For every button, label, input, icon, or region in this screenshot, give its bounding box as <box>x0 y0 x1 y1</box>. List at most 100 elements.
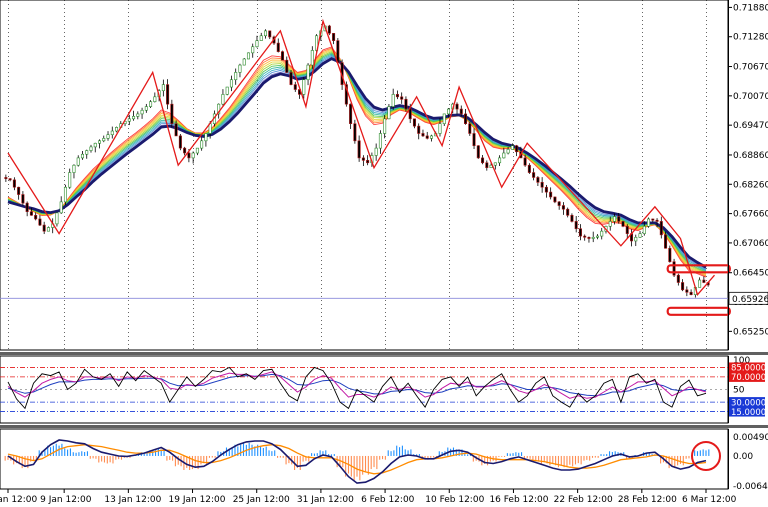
candle-body <box>144 106 148 111</box>
candle-body <box>161 84 165 92</box>
candle-body <box>408 108 412 120</box>
panel-divider[interactable] <box>0 352 768 355</box>
candle-body <box>251 46 255 54</box>
candle-body <box>136 113 140 117</box>
candle-body <box>357 140 361 159</box>
candle-body <box>621 221 625 227</box>
oscillator-tick-label: 50 <box>733 386 745 396</box>
candle-body <box>221 94 225 105</box>
price-tick-label: 0.65250 <box>733 327 768 337</box>
candle-body <box>595 235 599 238</box>
candle-body <box>102 138 106 142</box>
candle-body <box>549 191 553 198</box>
candle-body <box>698 279 702 288</box>
time-tick-label: 9 Jan 12:00 <box>40 495 92 505</box>
candle-body <box>574 221 578 230</box>
candle-body <box>638 233 642 238</box>
candle-body <box>187 152 191 159</box>
candle-body <box>510 145 514 150</box>
candle-body <box>566 208 570 216</box>
time-tick-label: 6 Mar 12:00 <box>682 495 737 505</box>
chart-canvas: 0.71880 0.71280 0.70670 0.70070 0.69470 0.688… <box>0 0 768 505</box>
candle-body <box>468 123 472 134</box>
candle-body <box>204 133 208 142</box>
time-tick-label: 22 Feb 12:00 <box>554 495 613 505</box>
candle-body <box>651 218 655 221</box>
price-tick-label: 0.71280 <box>733 33 768 43</box>
macd-tick-label: 0.00 <box>733 452 753 462</box>
macd-panel-frame <box>0 428 729 490</box>
candle-body <box>349 103 353 124</box>
candle-body <box>459 108 463 115</box>
candle-body <box>429 135 433 139</box>
candle-body <box>523 157 527 166</box>
candle-body <box>21 194 25 204</box>
candle-body <box>527 164 531 173</box>
candle-body <box>655 219 659 222</box>
candle-body <box>647 218 651 227</box>
candle-body <box>417 125 421 134</box>
candle-body <box>8 178 12 181</box>
candle-body <box>306 64 310 81</box>
candle-body <box>229 79 233 88</box>
candle-body <box>17 186 21 195</box>
candle-body <box>659 221 663 236</box>
candle-body <box>612 216 616 222</box>
candle-body <box>578 228 582 237</box>
candle-body <box>374 147 378 156</box>
candle-body <box>583 235 587 238</box>
price-tick-label: 0.70670 <box>733 63 768 73</box>
candle-body <box>153 96 157 103</box>
candle-body <box>425 135 429 139</box>
candle-body <box>174 123 178 137</box>
candle-body <box>183 147 187 154</box>
candle-body <box>378 133 382 149</box>
candle-body <box>681 282 685 291</box>
candle-body <box>68 172 72 188</box>
candle-body <box>617 216 621 222</box>
candle-body <box>195 147 199 154</box>
candle-body <box>600 230 604 237</box>
candle-body <box>42 224 46 232</box>
candle-body <box>498 157 502 164</box>
candle-body <box>400 96 404 100</box>
candle-body <box>29 211 33 216</box>
candle-body <box>625 226 629 234</box>
candle-body <box>166 84 170 105</box>
price-tick-label: 0.68260 <box>733 180 768 190</box>
oscillator-panel: 1005085.000070.000030.000015.0000 <box>0 355 766 424</box>
macd-panel: 0.0049007 0.00 -0.0064132 <box>0 428 768 492</box>
candle-body <box>276 42 280 52</box>
candle-body <box>561 205 565 210</box>
candle-body <box>493 162 497 166</box>
candle-body <box>268 30 272 38</box>
candle-body <box>447 108 451 115</box>
time-tick-label: 25 Jan 12:00 <box>233 495 290 505</box>
price-tick-label: 0.67060 <box>733 239 768 249</box>
candle-body <box>225 86 229 95</box>
macd-axis: 0.0049007 0.00 -0.0064132 <box>728 429 768 492</box>
time-tick-label: 28 Feb 12:00 <box>618 495 677 505</box>
candle-body <box>63 186 67 203</box>
candle-body <box>76 157 80 166</box>
candle-body <box>442 113 446 125</box>
candle-body <box>127 118 131 122</box>
candle-body <box>553 196 557 203</box>
candle-body <box>110 130 114 135</box>
panel-divider[interactable] <box>0 425 768 428</box>
candle-body <box>59 201 63 214</box>
candle-body <box>476 145 480 159</box>
candle-body <box>55 212 59 225</box>
time-tick-label: 10 Feb 12:00 <box>425 495 484 505</box>
candle-body <box>472 133 476 146</box>
candle-body <box>263 30 267 37</box>
time-tick-label: 16 Feb 12:00 <box>489 495 548 505</box>
time-tick-label: 31 Jan 12:00 <box>297 495 354 505</box>
candle-body <box>455 103 459 110</box>
candle-body <box>668 247 672 263</box>
oscillator-panel-frame <box>0 355 729 424</box>
candle-body <box>310 50 314 66</box>
candle-body <box>481 157 485 164</box>
oscillator-level-label: 15.0000 <box>731 408 766 418</box>
candle-body <box>281 51 285 61</box>
